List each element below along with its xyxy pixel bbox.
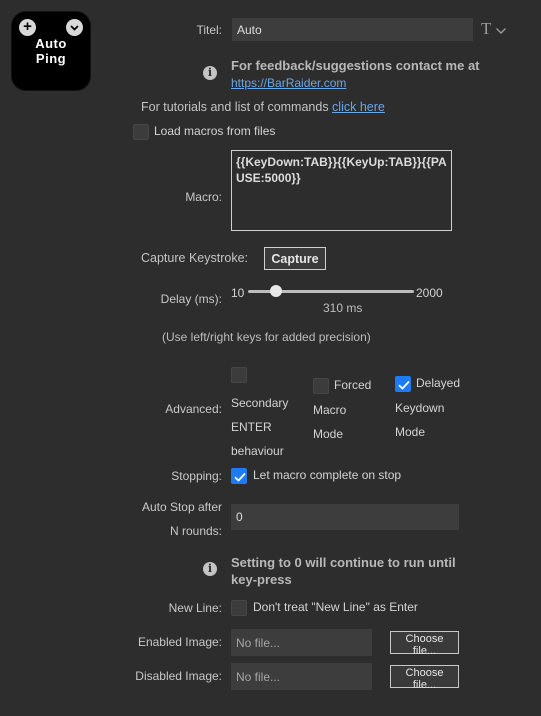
let-macro-complete-label: Let macro complete on stop bbox=[253, 468, 402, 482]
enabled-image-label: Enabled Image: bbox=[137, 635, 222, 649]
title-label: Titel: bbox=[196, 23, 222, 37]
auto-stop-label-line2: N rounds: bbox=[169, 524, 222, 538]
enabled-image-input[interactable] bbox=[231, 629, 372, 656]
add-icon[interactable]: + bbox=[19, 19, 36, 36]
forced-macro-line1: Forced bbox=[334, 378, 372, 392]
forced-macro-line2: Macro bbox=[313, 403, 347, 417]
disabled-image-input[interactable] bbox=[231, 663, 372, 690]
key-title-line1: Auto bbox=[35, 36, 67, 51]
feedback-text: For feedback/suggestions contact me at bbox=[231, 58, 480, 73]
delayed-keydown-line3: Mode bbox=[395, 425, 426, 439]
info-icon: i bbox=[203, 66, 217, 80]
load-macros-checkbox[interactable] bbox=[133, 124, 149, 140]
auto-stop-label-line1: Auto Stop after bbox=[141, 500, 222, 514]
delay-min-label: 10 bbox=[231, 286, 245, 300]
secondary-enter-checkbox[interactable] bbox=[231, 367, 247, 383]
delay-slider[interactable] bbox=[248, 284, 414, 300]
load-macros-label: Load macros from files bbox=[154, 124, 276, 138]
checkmark-icon bbox=[398, 380, 410, 390]
new-line-checkbox[interactable] bbox=[231, 600, 247, 616]
capture-label: Capture Keystroke: bbox=[141, 251, 248, 265]
delay-hint: (Use left/right keys for added precision… bbox=[162, 330, 371, 344]
checkmark-icon bbox=[234, 472, 246, 482]
title-font-icon[interactable]: T bbox=[481, 19, 491, 39]
macro-label: Macro: bbox=[185, 190, 222, 204]
delayed-keydown-line2: Keydown bbox=[395, 401, 445, 415]
new-line-option-label: Don't treat "New Line" as Enter bbox=[253, 600, 418, 614]
new-line-label: New Line: bbox=[168, 601, 222, 615]
macro-textarea[interactable]: {{KeyDown:TAB}}{{KeyUp:TAB}}{{PAUSE:5000… bbox=[231, 150, 452, 231]
title-input[interactable] bbox=[232, 18, 473, 41]
forced-macro-line3: Mode bbox=[313, 427, 344, 441]
auto-stop-input[interactable] bbox=[231, 504, 459, 530]
auto-stop-note: Setting to 0 will continue to run until … bbox=[231, 555, 456, 587]
secondary-enter-line3: behaviour bbox=[231, 444, 284, 458]
feedback-link[interactable]: https://BarRaider.com bbox=[231, 76, 346, 90]
advanced-label: Advanced: bbox=[165, 402, 222, 416]
delay-slider-thumb[interactable] bbox=[270, 285, 283, 297]
enabled-image-choose-button[interactable]: Choose file... bbox=[390, 631, 459, 657]
secondary-enter-line1: Secondary bbox=[231, 396, 289, 410]
delayed-keydown-checkbox[interactable] bbox=[395, 376, 411, 392]
key-tile[interactable]: + Auto Ping bbox=[12, 12, 90, 90]
stopping-label: Stopping: bbox=[171, 469, 222, 483]
delay-max-label: 2000 bbox=[416, 286, 443, 300]
tutorials-line: For tutorials and list of commands click… bbox=[141, 100, 385, 114]
delayed-keydown-line1: Delayed bbox=[416, 376, 461, 390]
let-macro-complete-checkbox[interactable] bbox=[231, 468, 247, 484]
macro-text: {{KeyDown:TAB}}{{KeyUp:TAB}}{{PAUSE:5000… bbox=[236, 155, 447, 185]
info-icon: i bbox=[203, 562, 217, 576]
secondary-enter-label: Secondary ENTER behaviour bbox=[231, 391, 288, 463]
key-menu-chevron-icon[interactable] bbox=[66, 19, 83, 36]
forced-macro-checkbox[interactable] bbox=[313, 378, 329, 394]
tutorials-link[interactable]: click here bbox=[332, 100, 385, 114]
disabled-image-choose-button[interactable]: Choose file... bbox=[390, 665, 459, 691]
secondary-enter-line2: ENTER bbox=[231, 420, 272, 434]
capture-button[interactable]: Capture bbox=[264, 247, 326, 270]
delay-value: 310 ms bbox=[323, 301, 363, 315]
title-font-chevron-icon[interactable] bbox=[495, 25, 507, 39]
tutorials-text: For tutorials and list of commands bbox=[141, 100, 333, 114]
key-title-line2: Ping bbox=[35, 51, 67, 66]
delay-label: Delay (ms): bbox=[160, 292, 222, 306]
disabled-image-label: Disabled Image: bbox=[135, 669, 222, 683]
